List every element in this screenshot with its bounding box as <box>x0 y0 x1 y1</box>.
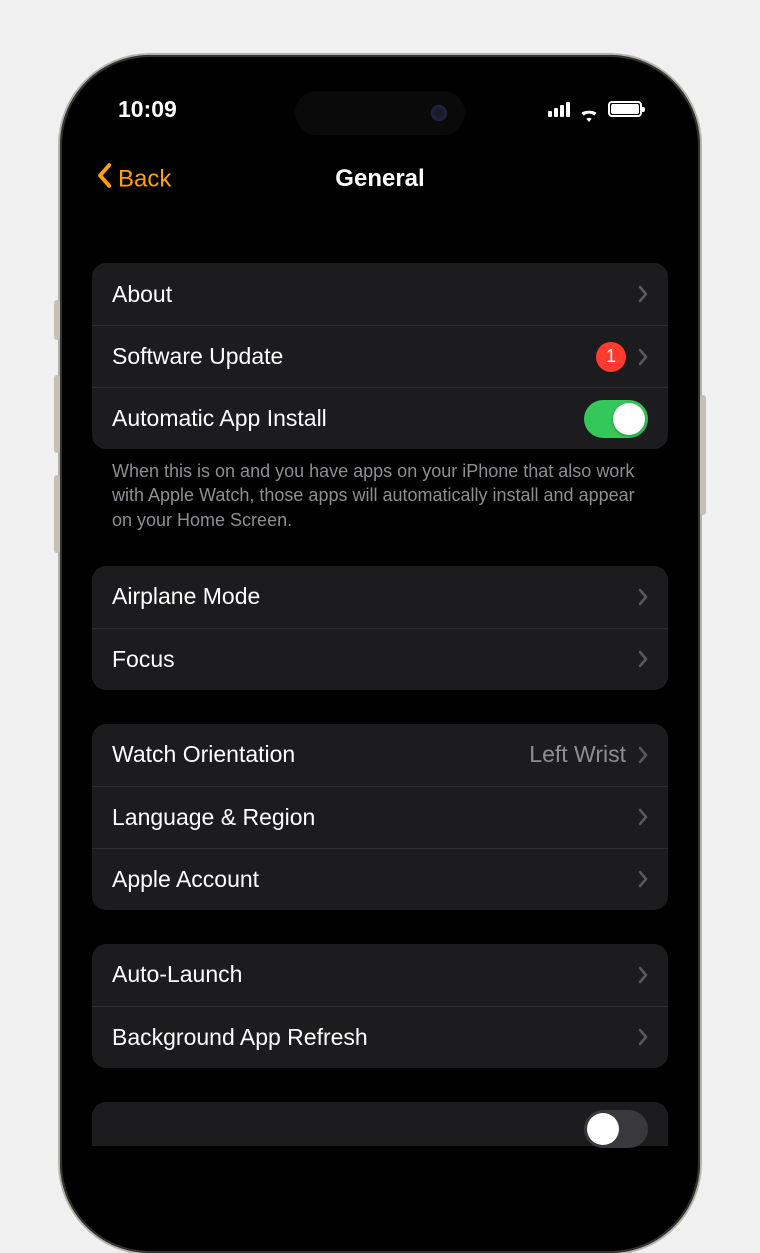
row-label: Background App Refresh <box>112 1024 626 1051</box>
row-auto-launch[interactable]: Auto-Launch <box>92 944 668 1006</box>
row-airplane-mode[interactable]: Airplane Mode <box>92 566 668 628</box>
battery-icon <box>608 101 642 117</box>
settings-group-apps: Auto-Launch Background App Refresh <box>92 944 668 1068</box>
settings-content[interactable]: About Software Update 1 Automatic App In… <box>74 229 686 1239</box>
row-value: Left Wrist <box>529 741 626 768</box>
row-label: Automatic App Install <box>112 405 572 432</box>
device-side-button <box>54 300 60 340</box>
device-volume-down-button <box>54 475 60 553</box>
row-label: Apple Account <box>112 866 626 893</box>
device-power-button <box>700 395 706 515</box>
chevron-right-icon <box>638 348 648 366</box>
device-volume-up-button <box>54 375 60 453</box>
settings-group-watch: Watch Orientation Left Wrist Language & … <box>92 724 668 910</box>
status-time: 10:09 <box>118 96 177 123</box>
navigation-bar: Back General <box>74 149 686 209</box>
chevron-right-icon <box>638 966 648 984</box>
row-apple-account[interactable]: Apple Account <box>92 848 668 910</box>
chevron-left-icon <box>96 163 112 196</box>
chevron-right-icon <box>638 1028 648 1046</box>
row-label: About <box>112 281 626 308</box>
row-background-app-refresh[interactable]: Background App Refresh <box>92 1006 668 1068</box>
row-label: Focus <box>112 646 626 673</box>
row-language-region[interactable]: Language & Region <box>92 786 668 848</box>
iphone-device-frame: 10:09 Back General <box>60 55 700 1253</box>
row-about[interactable]: About <box>92 263 668 325</box>
chevron-right-icon <box>638 285 648 303</box>
chevron-right-icon <box>638 588 648 606</box>
row-software-update[interactable]: Software Update 1 <box>92 325 668 387</box>
row-label: Auto-Launch <box>112 961 626 988</box>
toggle-automatic-app-install[interactable] <box>584 400 648 438</box>
row-watch-orientation[interactable]: Watch Orientation Left Wrist <box>92 724 668 786</box>
settings-group-modes: Airplane Mode Focus <box>92 566 668 690</box>
toggle-partial[interactable] <box>584 1110 648 1148</box>
settings-group-general: About Software Update 1 Automatic App In… <box>92 263 668 449</box>
front-camera-icon <box>431 105 447 121</box>
row-label: Language & Region <box>112 804 626 831</box>
chevron-right-icon <box>638 808 648 826</box>
row-automatic-app-install[interactable]: Automatic App Install <box>92 387 668 449</box>
settings-group-partial <box>92 1102 668 1146</box>
chevron-right-icon <box>638 870 648 888</box>
status-indicators <box>548 101 642 117</box>
wifi-icon <box>578 101 600 117</box>
dynamic-island <box>295 91 465 135</box>
row-label: Software Update <box>112 343 584 370</box>
toggle-knob <box>587 1113 619 1145</box>
row-focus[interactable]: Focus <box>92 628 668 690</box>
toggle-knob <box>613 403 645 435</box>
screen: 10:09 Back General <box>74 69 686 1239</box>
chevron-right-icon <box>638 746 648 764</box>
page-title: General <box>335 165 424 193</box>
row-label: Airplane Mode <box>112 583 626 610</box>
chevron-right-icon <box>638 650 648 668</box>
group-footer-text: When this is on and you have apps on you… <box>92 449 668 532</box>
notification-badge: 1 <box>596 342 626 372</box>
back-button[interactable]: Back <box>96 163 171 196</box>
row-label: Watch Orientation <box>112 741 517 768</box>
back-label: Back <box>118 165 171 193</box>
cellular-signal-icon <box>548 101 570 117</box>
